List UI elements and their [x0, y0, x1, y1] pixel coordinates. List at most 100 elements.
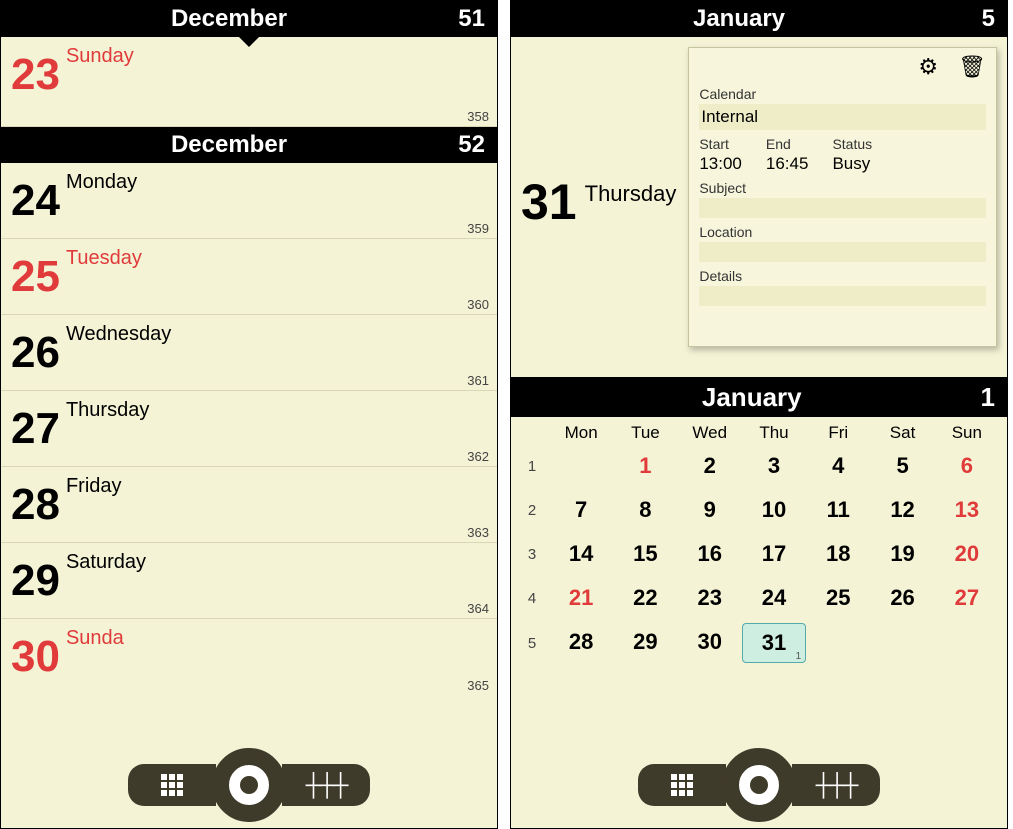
day-number: 28: [11, 483, 60, 527]
month-label: December: [13, 5, 445, 33]
day-of-week: Sunda: [66, 627, 124, 650]
record-button[interactable]: [722, 748, 796, 822]
month-cell[interactable]: 18: [806, 535, 870, 573]
week-header-jan5: January 5: [511, 1, 1007, 37]
month-cell[interactable]: 311: [742, 623, 806, 663]
day-row-25[interactable]: 25 Tuesday 360: [1, 239, 497, 315]
day-of-year: 365: [467, 678, 489, 693]
month-cell[interactable]: 7: [549, 491, 613, 529]
day-of-year: 361: [467, 373, 489, 388]
dow-row: Mon Tue Wed Thu Fri Sat Sun: [511, 417, 1007, 447]
end-value[interactable]: 16:45: [766, 154, 809, 174]
month-cell[interactable]: 4: [806, 447, 870, 485]
day-row-30[interactable]: 30 Sunda 365: [1, 619, 497, 695]
week-number: 51: [445, 5, 485, 33]
location-value[interactable]: [699, 242, 986, 262]
gear-icon[interactable]: ⚙: [918, 54, 938, 80]
settings-button[interactable]: ┼┼┼: [792, 764, 880, 806]
sliders-icon: ┼┼┼: [816, 772, 857, 798]
day-row-28[interactable]: 28 Friday 363: [1, 467, 497, 543]
month-cell[interactable]: 27: [935, 579, 999, 617]
month-cell[interactable]: 26: [870, 579, 934, 617]
day-of-year: 358: [467, 109, 489, 124]
month-cell[interactable]: 12: [870, 491, 934, 529]
record-button[interactable]: [212, 748, 286, 822]
day-number: 27: [11, 407, 60, 451]
week-number-col: 3: [515, 546, 549, 563]
status-label: Status: [832, 136, 872, 152]
month-cell[interactable]: 9: [678, 491, 742, 529]
day-row-26[interactable]: 26 Wednesday 361: [1, 315, 497, 391]
month-cell[interactable]: 23: [678, 579, 742, 617]
dow-mon: Mon: [549, 423, 613, 443]
day-row-29[interactable]: 29 Saturday 364: [1, 543, 497, 619]
week-header-51: December 51: [1, 1, 497, 37]
month-cell[interactable]: 3: [742, 447, 806, 485]
month-cell[interactable]: 21: [549, 579, 613, 617]
month-cell[interactable]: 6: [935, 447, 999, 485]
month-cell[interactable]: 16: [678, 535, 742, 573]
grid-view-button[interactable]: [638, 764, 726, 806]
day-row-27[interactable]: 27 Thursday 362: [1, 391, 497, 467]
details-value[interactable]: [699, 286, 986, 306]
day-number: 30: [11, 635, 60, 679]
month-cell[interactable]: 24: [742, 579, 806, 617]
week-number: 5: [955, 5, 995, 33]
month-cell[interactable]: 13: [935, 491, 999, 529]
month-cell[interactable]: 19: [870, 535, 934, 573]
week-header-52: December 52: [1, 127, 497, 163]
calendar-label: Calendar: [699, 86, 986, 102]
week-number: 52: [445, 131, 485, 159]
month-cell[interactable]: 5: [870, 447, 934, 485]
month-cell[interactable]: 17: [742, 535, 806, 573]
month-cell[interactable]: 11: [806, 491, 870, 529]
week-list-pane: December 51 23 Sunday 358 December 52 24…: [0, 0, 498, 829]
month-cell[interactable]: 25: [806, 579, 870, 617]
event-count: 1: [796, 651, 802, 662]
selected-day: 31 Thursday: [521, 177, 676, 227]
grid-view-button[interactable]: [128, 764, 216, 806]
event-area: 31 Thursday ⚙ 🗑 Calendar Internal Start …: [511, 37, 1007, 377]
month-cell[interactable]: 2: [678, 447, 742, 485]
day-of-year: 364: [467, 601, 489, 616]
week-number-col: 5: [515, 635, 549, 652]
month-cell[interactable]: 1: [613, 447, 677, 485]
bottom-toolbar: ┼┼┼: [638, 748, 880, 822]
month-cell[interactable]: 8: [613, 491, 677, 529]
trash-icon[interactable]: 🗑: [958, 54, 986, 80]
end-label: End: [766, 136, 809, 152]
settings-button[interactable]: ┼┼┼: [282, 764, 370, 806]
record-icon: [229, 765, 269, 805]
month-cell[interactable]: 20: [935, 535, 999, 573]
day-row-23[interactable]: 23 Sunday 358: [1, 37, 497, 127]
month-cell[interactable]: 22: [613, 579, 677, 617]
dow-sat: Sat: [870, 423, 934, 443]
month-cell[interactable]: 28: [549, 623, 613, 663]
status-value[interactable]: Busy: [832, 154, 872, 174]
day-of-week: Thursday: [585, 181, 677, 207]
detail-pane: January 5 31 Thursday ⚙ 🗑 Calendar Inter…: [510, 0, 1008, 829]
month-cell[interactable]: 15: [613, 535, 677, 573]
month-cell[interactable]: 14: [549, 535, 613, 573]
month-label: December: [13, 131, 445, 159]
event-card[interactable]: ⚙ 🗑 Calendar Internal Start 13:00 End 16…: [688, 47, 997, 347]
details-label: Details: [699, 268, 986, 284]
day-of-week: Monday: [66, 171, 137, 194]
month-cell[interactable]: 10: [742, 491, 806, 529]
day-of-week: Thursday: [66, 399, 149, 422]
dow-tue: Tue: [613, 423, 677, 443]
day-row-24[interactable]: 24 Monday 359: [1, 163, 497, 239]
day-of-week: Friday: [66, 475, 122, 498]
start-value[interactable]: 13:00: [699, 154, 742, 174]
day-of-week: Tuesday: [66, 247, 142, 270]
day-number: 26: [11, 331, 60, 375]
day-of-year: 362: [467, 449, 489, 464]
calendar-value[interactable]: Internal: [699, 104, 986, 130]
dow-sun: Sun: [935, 423, 999, 443]
subject-value[interactable]: [699, 198, 986, 218]
month-grid: 1123456278910111213314151617181920421222…: [511, 447, 1007, 671]
location-label: Location: [699, 224, 986, 240]
week-number-col: 1: [515, 458, 549, 475]
month-cell[interactable]: 30: [678, 623, 742, 663]
month-cell[interactable]: 29: [613, 623, 677, 663]
